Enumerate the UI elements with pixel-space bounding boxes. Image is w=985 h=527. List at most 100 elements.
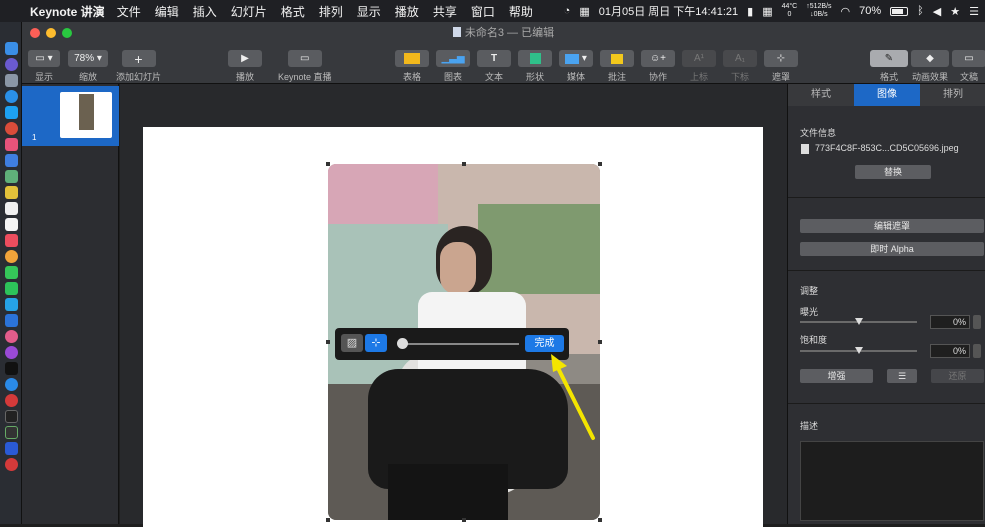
format-button[interactable]: ✎ xyxy=(870,50,908,67)
music-icon[interactable] xyxy=(5,234,18,247)
superscript-button[interactable]: A¹ xyxy=(682,50,716,67)
safari-icon[interactable] xyxy=(5,90,18,103)
control-center-icon[interactable]: ☰ xyxy=(969,5,979,18)
instant-alpha-button[interactable]: 即时 Alpha xyxy=(800,242,984,256)
selection-handle[interactable] xyxy=(598,340,602,344)
vivaldi2-icon[interactable] xyxy=(5,458,18,471)
selection-handle[interactable] xyxy=(462,518,466,522)
exposure-stepper[interactable] xyxy=(973,315,981,329)
selection-handle[interactable] xyxy=(462,162,466,166)
tab-image[interactable]: 图像 xyxy=(854,84,920,106)
zoom-button[interactable]: 78% ▾ xyxy=(68,50,108,67)
description-field[interactable] xyxy=(800,441,984,521)
comment-button[interactable] xyxy=(600,50,634,67)
slide-thumbnail-selected[interactable]: 1 xyxy=(22,86,119,146)
add-slide-button[interactable]: + xyxy=(121,50,156,67)
saturation-slider-knob[interactable] xyxy=(855,347,863,354)
document-button[interactable]: ▭ xyxy=(952,50,985,67)
replace-button[interactable]: 替换 xyxy=(855,165,931,179)
network-monitor[interactable]: ↑512B/s ↓0B/s xyxy=(806,3,831,19)
media-button[interactable]: ▾ xyxy=(559,50,593,67)
tab-style[interactable]: 样式 xyxy=(788,84,854,106)
itunes-icon[interactable] xyxy=(5,330,18,343)
bluetooth-icon[interactable]: ᛒ xyxy=(917,5,924,17)
wechat-icon[interactable] xyxy=(5,282,18,295)
exposure-field[interactable]: 0% xyxy=(930,315,970,329)
selection-handle[interactable] xyxy=(598,518,602,522)
bookmark-icon[interactable]: ▮ xyxy=(747,5,753,18)
siri-icon[interactable] xyxy=(5,58,18,71)
edit-image-button[interactable]: ▨ xyxy=(341,334,363,352)
menu-file[interactable]: 文件 xyxy=(117,3,141,20)
battery-icon[interactable] xyxy=(890,6,909,16)
enhance-button[interactable]: 增强 xyxy=(800,369,873,383)
exposure-slider-knob[interactable] xyxy=(855,318,863,325)
selection-handle[interactable] xyxy=(598,162,602,166)
cpu-temp-monitor[interactable]: 44°C 0 xyxy=(782,3,798,19)
menu-edit[interactable]: 编辑 xyxy=(155,3,179,20)
edit-mask-button[interactable]: ⊹ xyxy=(365,334,387,352)
photos-icon[interactable] xyxy=(5,138,18,151)
finder-icon[interactable] xyxy=(5,42,18,55)
menu-view[interactable]: 显示 xyxy=(357,3,381,20)
menu-format[interactable]: 格式 xyxy=(281,3,305,20)
minimize-window-button[interactable] xyxy=(46,28,56,38)
activity-monitor-icon[interactable] xyxy=(5,426,18,439)
table-button[interactable] xyxy=(395,50,429,67)
reset-button[interactable]: 还原 xyxy=(931,369,984,383)
reminders-icon[interactable] xyxy=(5,218,18,231)
vivaldi-icon[interactable] xyxy=(5,394,18,407)
saturation-stepper[interactable] xyxy=(973,344,981,358)
shape-button[interactable] xyxy=(518,50,552,67)
menu-share[interactable]: 共享 xyxy=(433,3,457,20)
vpn-icon[interactable] xyxy=(5,442,18,455)
menu-insert[interactable]: 插入 xyxy=(193,3,217,20)
menu-datetime[interactable]: 01月05日 周日 下午14:41:21 xyxy=(599,3,738,19)
slide-thumbnail[interactable] xyxy=(60,92,112,138)
podcasts-icon[interactable] xyxy=(5,346,18,359)
subscript-button[interactable]: A₁ xyxy=(723,50,757,67)
mail-icon[interactable] xyxy=(5,154,18,167)
keynote-icon[interactable] xyxy=(5,314,18,327)
clock-icon[interactable]: ◔ xyxy=(564,5,571,17)
edit-mask-inspector-button[interactable]: 编辑遮罩 xyxy=(800,219,984,233)
battery-percent[interactable]: 70% xyxy=(859,5,881,17)
menu-window[interactable]: 窗口 xyxy=(471,3,495,20)
launchpad-icon[interactable] xyxy=(5,74,18,87)
calendar-app-icon[interactable] xyxy=(5,202,18,215)
levels-button[interactable]: ☰ xyxy=(887,369,917,383)
volume-icon[interactable]: ◀ xyxy=(933,5,941,18)
qq-icon[interactable] xyxy=(5,298,18,311)
menu-help[interactable]: 帮助 xyxy=(509,3,533,20)
mask-button[interactable]: ⊹ xyxy=(764,50,798,67)
maps-icon[interactable] xyxy=(5,170,18,183)
wifi-icon[interactable]: ◠ xyxy=(841,5,851,18)
grid-icon[interactable]: ▦ xyxy=(762,5,772,18)
text-button[interactable]: T xyxy=(477,50,511,67)
appletv-icon[interactable] xyxy=(5,362,18,375)
saturation-field[interactable]: 0% xyxy=(930,344,970,358)
menu-arrange[interactable]: 排列 xyxy=(319,3,343,20)
view-button[interactable]: ▭ ▾ xyxy=(28,50,60,67)
terminal-icon[interactable] xyxy=(5,410,18,423)
collaborate-button[interactable]: ☺+ xyxy=(641,50,675,67)
close-window-button[interactable] xyxy=(30,28,40,38)
play-button[interactable]: ▶ xyxy=(228,50,262,67)
appstore-icon[interactable] xyxy=(5,106,18,119)
animate-button[interactable]: ◆ xyxy=(911,50,949,67)
appstore2-icon[interactable] xyxy=(5,378,18,391)
menu-slide[interactable]: 幻灯片 xyxy=(231,3,267,20)
done-button[interactable]: 完成 xyxy=(525,335,564,352)
scale-slider-knob[interactable] xyxy=(397,338,408,349)
selection-handle[interactable] xyxy=(326,518,330,522)
calendar-icon[interactable]: ▦ xyxy=(579,5,589,18)
star-icon[interactable]: ★ xyxy=(950,5,960,18)
zoom-window-button[interactable] xyxy=(62,28,72,38)
messages-icon[interactable] xyxy=(5,266,18,279)
keynote-live-button[interactable]: ▭ xyxy=(287,50,322,67)
selection-handle[interactable] xyxy=(326,340,330,344)
notes-icon[interactable] xyxy=(5,186,18,199)
photos-app-icon[interactable] xyxy=(5,250,18,263)
scale-slider-track[interactable] xyxy=(401,343,519,345)
chrome-icon[interactable] xyxy=(5,122,18,135)
